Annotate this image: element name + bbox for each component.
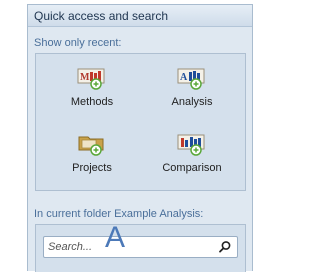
quick-access-panel: Quick access and search Show only recent…: [27, 4, 253, 272]
recent-section-label: Show only recent:: [34, 37, 122, 49]
svg-text:M: M: [80, 72, 90, 83]
projects-icon: [77, 132, 107, 156]
recent-projects-label: Projects: [72, 162, 112, 174]
search-group: [35, 224, 246, 272]
recent-methods-button[interactable]: M Methods: [42, 66, 142, 126]
search-box[interactable]: [43, 236, 238, 258]
methods-icon: M: [77, 66, 107, 90]
folder-search-label: In current folder Example Analysis:: [34, 208, 204, 220]
recent-comparison-label: Comparison: [162, 162, 222, 174]
recent-comparison-button[interactable]: Comparison: [142, 132, 242, 192]
analysis-icon: A: [177, 66, 207, 90]
recent-analysis-button[interactable]: A Analysis: [142, 66, 242, 126]
svg-text:A: A: [180, 72, 188, 83]
recent-methods-label: Methods: [70, 96, 114, 108]
recent-projects-button[interactable]: Projects: [42, 132, 142, 192]
search-icon[interactable]: [218, 240, 232, 254]
panel-title: Quick access and search: [28, 5, 252, 27]
comparison-icon: [177, 132, 207, 156]
recent-items-group: M Methods A Analysis Projects Comparison: [35, 53, 246, 191]
recent-analysis-label: Analysis: [171, 96, 213, 108]
text-cursor-glyph: A: [105, 221, 126, 254]
